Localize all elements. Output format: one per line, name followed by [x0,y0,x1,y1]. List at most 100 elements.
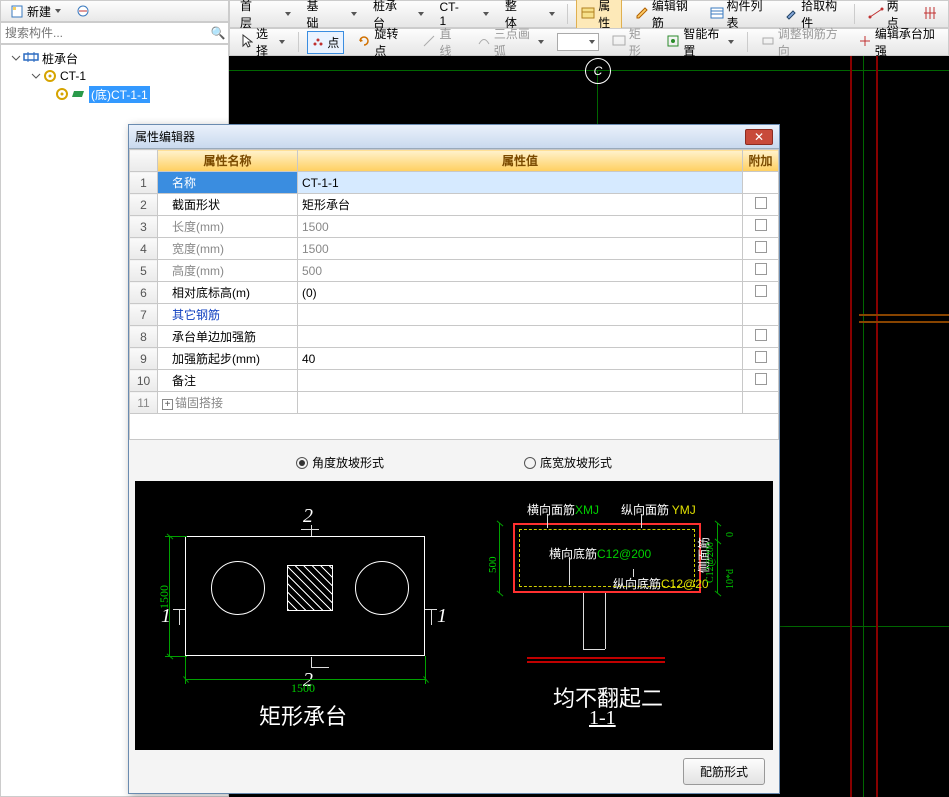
table-row[interactable]: 8 承台单边加强筋 [130,326,779,348]
expand-icon[interactable]: + [162,399,173,410]
checkbox[interactable] [755,373,767,385]
section-tick [311,667,329,668]
dialog-titlebar[interactable]: 属性编辑器 ✕ [129,125,779,149]
table-row[interactable]: 3 长度(mm) 1500 [130,216,779,238]
dialog-footer: 配筋形式 [129,750,779,793]
tree-caret-icon [11,53,21,63]
search-icon[interactable]: 🔍 [208,26,228,40]
linestyle-combo[interactable] [557,33,598,51]
checkbox[interactable] [755,263,767,275]
dim-tick [497,591,504,597]
table-filler [129,414,779,440]
chevron-down-icon [55,9,61,13]
arc-icon [477,34,491,51]
checkbox[interactable] [755,197,767,209]
leader-line [633,569,634,577]
list-icon [710,6,724,23]
ground-line [527,661,665,663]
chevron-down-icon [728,40,734,44]
dim-tick [715,591,722,597]
label-hx-bot: 横向底筋C12@200 [549,545,651,562]
wall-line [850,56,852,797]
gear-icon [43,69,57,83]
table-row[interactable]: 11 +锚固搭接 [130,392,779,414]
table-row[interactable]: 5 高度(mm) 500 [130,260,779,282]
axis-bubble: C [585,58,611,84]
eyedropper-icon [784,6,798,23]
new-button[interactable]: 新建 [5,1,65,22]
label-zx-top: 纵向面筋 YMJ [621,501,696,518]
table-row[interactable]: 1 名称 CT-1-1 [130,172,779,194]
ground-line [527,657,665,659]
diagram-preview: 2 2 1 1 1500 1500 矩形承台 [135,481,773,750]
tree-child-label: CT-1 [60,69,86,83]
chevron-down-icon [279,40,285,44]
radio-icon [296,457,308,469]
dim-line [499,523,500,593]
checkbox[interactable] [755,219,767,231]
table-row[interactable]: 9 加强筋起步(mm) 40 [130,348,779,370]
dim-d0: 0 [725,532,736,537]
gear-icon [75,3,91,19]
chevron-down-icon [549,12,555,16]
cursor-icon [241,34,253,51]
checkbox[interactable] [755,329,767,341]
table-row[interactable]: 2 截面形状 矩形承台 [130,194,779,216]
section-tick [301,529,319,530]
tree-node-root[interactable]: 桩承台 [3,49,226,67]
radio-width-slope[interactable]: 底宽放坡形式 [524,454,612,471]
table-row[interactable]: 4 宽度(mm) 1500 [130,238,779,260]
axis-line [863,56,864,797]
property-editor-dialog: 属性编辑器 ✕ 属性名称 属性值 附加 1 名称 CT-1-1 2 截面形状 矩… [128,124,780,794]
search-input[interactable] [1,24,208,42]
beam-line [859,314,949,316]
ribbon-draw: 选择 点 旋转点 直线 三点画弧 矩形 智能布置 调整钢筋方向 编辑承台加强 [229,28,949,56]
chevron-down-icon [351,12,357,16]
label-zx-bot: 纵向底筋C12@20 [613,575,709,592]
section-mark-1: 1 [437,605,447,628]
column-hatch [287,565,333,611]
table-header: 属性名称 属性值 附加 [130,150,779,172]
leader-line [569,557,570,585]
left-toolbar: 新建 [0,0,229,22]
table-row[interactable]: 7 其它钢筋 [130,304,779,326]
separator [854,4,855,24]
properties-icon [581,6,595,23]
point-button[interactable]: 点 [307,31,344,54]
col-attach: 附加 [743,150,779,172]
table-row[interactable]: 10 备注 [130,370,779,392]
rebar-form-button[interactable]: 配筋形式 [683,758,765,785]
radio-angle-slope[interactable]: 角度放坡形式 [296,454,384,471]
rotate-icon [357,34,371,51]
pile-cap-line [583,649,605,650]
direction-icon [761,34,775,51]
dim-tick [715,521,722,527]
label-side-val: C12@200 [705,542,716,583]
close-icon: ✕ [754,130,764,144]
table-row[interactable]: 6 相对底标高(m) (0) [130,282,779,304]
line-icon [422,34,436,51]
pile-line [583,593,584,649]
tree-node-child[interactable]: CT-1 [3,67,226,85]
pile-cap-icon [23,51,39,66]
two-point-icon [868,6,884,23]
reinforce-icon [858,34,872,51]
leader-line [641,514,642,528]
section-tick [431,609,432,625]
checkbox[interactable] [755,351,767,363]
checkbox[interactable] [755,285,767,297]
segment-icon [72,89,86,99]
chevron-down-icon [483,12,489,16]
pile-line [605,593,606,649]
beam-line [859,321,949,323]
tree-node-leaf[interactable]: (底)CT-1-1 [3,85,226,103]
chevron-down-icon [418,12,424,16]
leader-line [547,514,548,528]
close-button[interactable]: ✕ [745,129,773,145]
checkbox[interactable] [755,241,767,253]
toolbar-extra-1[interactable] [71,1,95,21]
pile-circle [355,561,409,615]
section-tick [311,525,312,536]
pencil-icon [635,6,649,23]
search-bar: 🔍 [0,22,229,44]
